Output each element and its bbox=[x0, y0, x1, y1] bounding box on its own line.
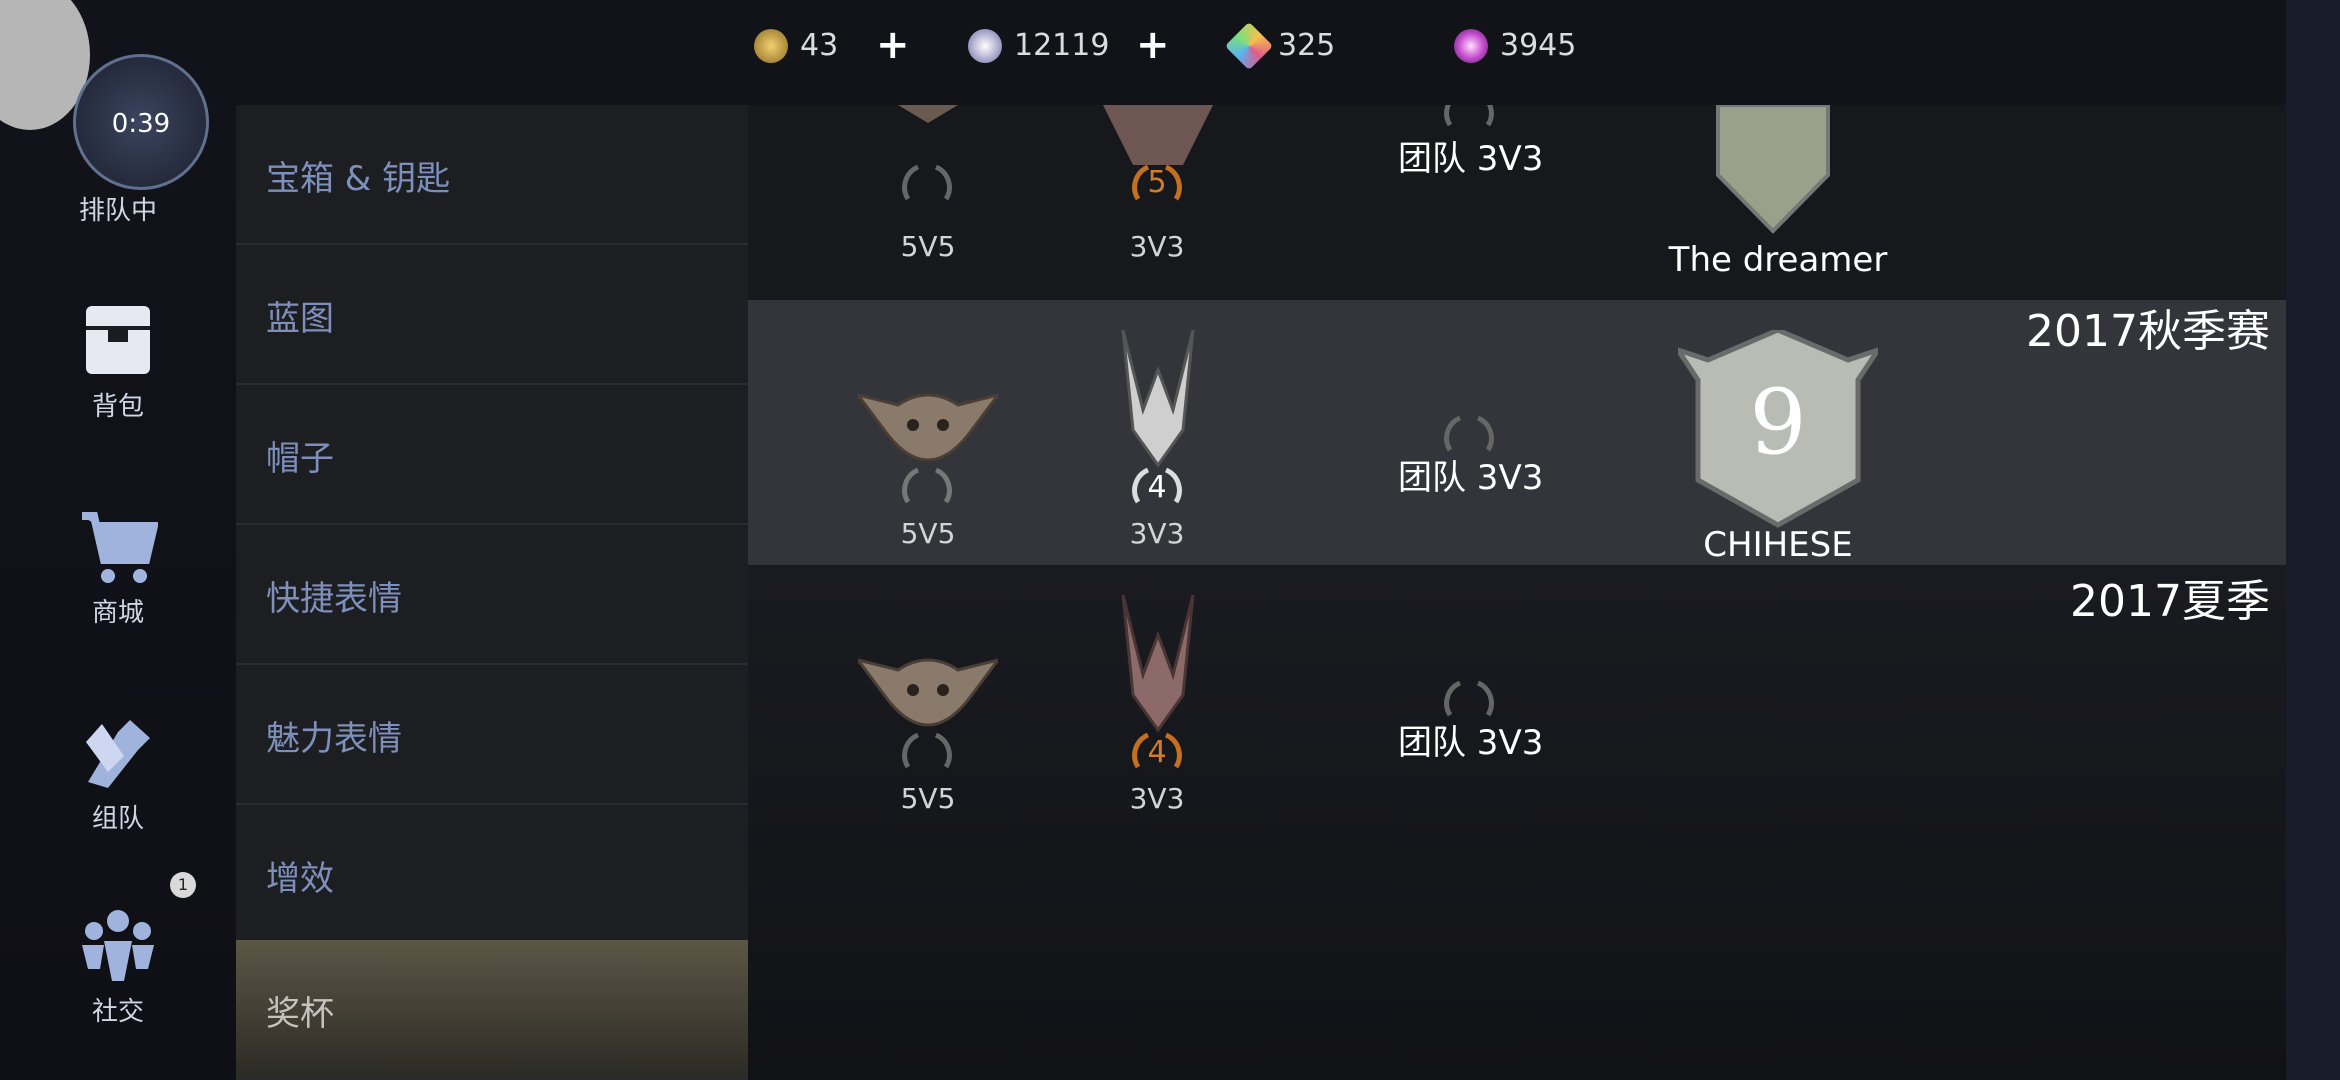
category-label: 快捷表情 bbox=[266, 579, 402, 619]
season-row: 2017夏季 5V5 4 3V3 团队 3V3 bbox=[748, 565, 2286, 1080]
currency-gold: 43 bbox=[754, 28, 838, 63]
banner-name: The dreamer bbox=[1668, 240, 1888, 280]
add-silver-button[interactable]: + bbox=[1136, 22, 1170, 68]
people-icon bbox=[82, 910, 154, 981]
nav-shop[interactable]: 商城 bbox=[0, 510, 236, 629]
gem-icon bbox=[1224, 21, 1274, 70]
banner-trophy-icon bbox=[1716, 105, 1830, 234]
silver-value: 12119 bbox=[1014, 28, 1110, 63]
trophy-mode-label: 5V5 bbox=[900, 517, 956, 550]
add-gold-button[interactable]: + bbox=[876, 22, 910, 68]
category-charm-emotes[interactable]: 魅力表情 bbox=[236, 665, 748, 805]
nav-social-label: 社交 bbox=[91, 997, 144, 1027]
gold-value: 43 bbox=[800, 28, 839, 63]
trophy-rank-number: 5 bbox=[1147, 165, 1167, 200]
banner-rank-number: 9 bbox=[1749, 370, 1807, 475]
currency-nebula: 3945 bbox=[1454, 28, 1576, 63]
category-boosts[interactable]: 增效 bbox=[236, 805, 748, 945]
currency-gem: 325 bbox=[1224, 21, 1336, 70]
queue-time: 0:39 bbox=[111, 109, 171, 139]
category-label: 魅力表情 bbox=[266, 719, 402, 759]
team-mode-label: 团队 3V3 bbox=[1398, 723, 1544, 763]
team-mode-label: 团队 3V3 bbox=[1398, 458, 1544, 498]
currency-silver: 12119 bbox=[968, 28, 1109, 63]
season-title: 2017秋季赛 bbox=[2026, 306, 2270, 357]
nav-shop-label: 商城 bbox=[91, 598, 144, 628]
trident-trophy-icon bbox=[1121, 330, 1195, 468]
laurel-icon bbox=[902, 467, 952, 504]
category-list: 宝箱 & 钥匙 蓝图 帽子 快捷表情 魅力表情 增效 奖杯 bbox=[236, 105, 748, 1080]
nav-social[interactable]: 社交 bbox=[0, 905, 236, 1028]
mask-trophy-icon bbox=[898, 105, 958, 123]
gem-value: 325 bbox=[1278, 28, 1336, 63]
nav-backpack[interactable]: 背包 bbox=[0, 300, 236, 423]
cart-icon bbox=[82, 512, 158, 583]
queue-status-label: 排队中 bbox=[78, 196, 157, 226]
nav-team-label: 组队 bbox=[91, 804, 144, 834]
silver-token-icon bbox=[968, 28, 1002, 63]
currency-bar: 43 + 12119 + 325 3945 bbox=[236, 0, 2286, 105]
trophy-mode-label: 3V3 bbox=[1129, 782, 1185, 815]
category-chests-keys[interactable]: 宝箱 & 钥匙 bbox=[236, 105, 748, 245]
nav-team[interactable]: 组队 bbox=[0, 712, 236, 835]
season-row: 5V5 5 3V3 团队 3V3 The dreamer bbox=[748, 105, 2286, 300]
category-label: 奖杯 bbox=[266, 994, 334, 1034]
trophy-rank-number: 4 bbox=[1147, 735, 1167, 770]
season-row: 2017秋季赛 5V5 4 3V3 团队 3V3 9 CHIHESE bbox=[748, 300, 2286, 565]
laurel-icon bbox=[902, 732, 952, 769]
category-label: 增效 bbox=[266, 859, 334, 899]
category-trophies[interactable]: 奖杯 bbox=[236, 940, 748, 1080]
category-blueprints[interactable]: 蓝图 bbox=[236, 245, 748, 385]
trophy-mode-label: 3V3 bbox=[1129, 230, 1185, 263]
nebula-shard-icon bbox=[1454, 28, 1488, 63]
backpack-icon bbox=[86, 306, 150, 374]
right-edge-panel bbox=[2286, 0, 2340, 1080]
trophy-mode-label: 5V5 bbox=[900, 782, 956, 815]
category-quick-emotes[interactable]: 快捷表情 bbox=[236, 525, 748, 665]
season-title: 2017夏季 bbox=[2070, 576, 2270, 627]
trophy-panel: 5V5 5 3V3 团队 3V3 The dreamer 2017秋季赛 5V5… bbox=[748, 105, 2286, 1080]
trophy-mode-label: 5V5 bbox=[900, 230, 956, 263]
trident-trophy-icon bbox=[1121, 595, 1195, 733]
nav-backpack-label: 背包 bbox=[91, 392, 144, 422]
category-hats[interactable]: 帽子 bbox=[236, 385, 748, 525]
left-navigation: 0:39 排队中 背包 商城 组队 社交 1 bbox=[0, 0, 236, 1080]
handshake-icon bbox=[86, 720, 150, 788]
banner-name: CHIHESE bbox=[1703, 525, 1853, 565]
nebula-value: 3945 bbox=[1500, 28, 1577, 63]
trophy-rank-number: 4 bbox=[1147, 470, 1167, 505]
queue-timer[interactable]: 0:39 bbox=[73, 54, 209, 190]
team-mode-label: 团队 3V3 bbox=[1398, 139, 1544, 179]
category-label: 帽子 bbox=[266, 439, 334, 479]
laurel-icon bbox=[902, 164, 952, 201]
trophy-mode-label: 3V3 bbox=[1129, 517, 1185, 550]
category-label: 宝箱 & 钥匙 bbox=[266, 159, 451, 199]
notification-badge: 1 bbox=[170, 872, 196, 898]
gold-coin-icon bbox=[754, 28, 788, 63]
category-label: 蓝图 bbox=[266, 299, 334, 339]
